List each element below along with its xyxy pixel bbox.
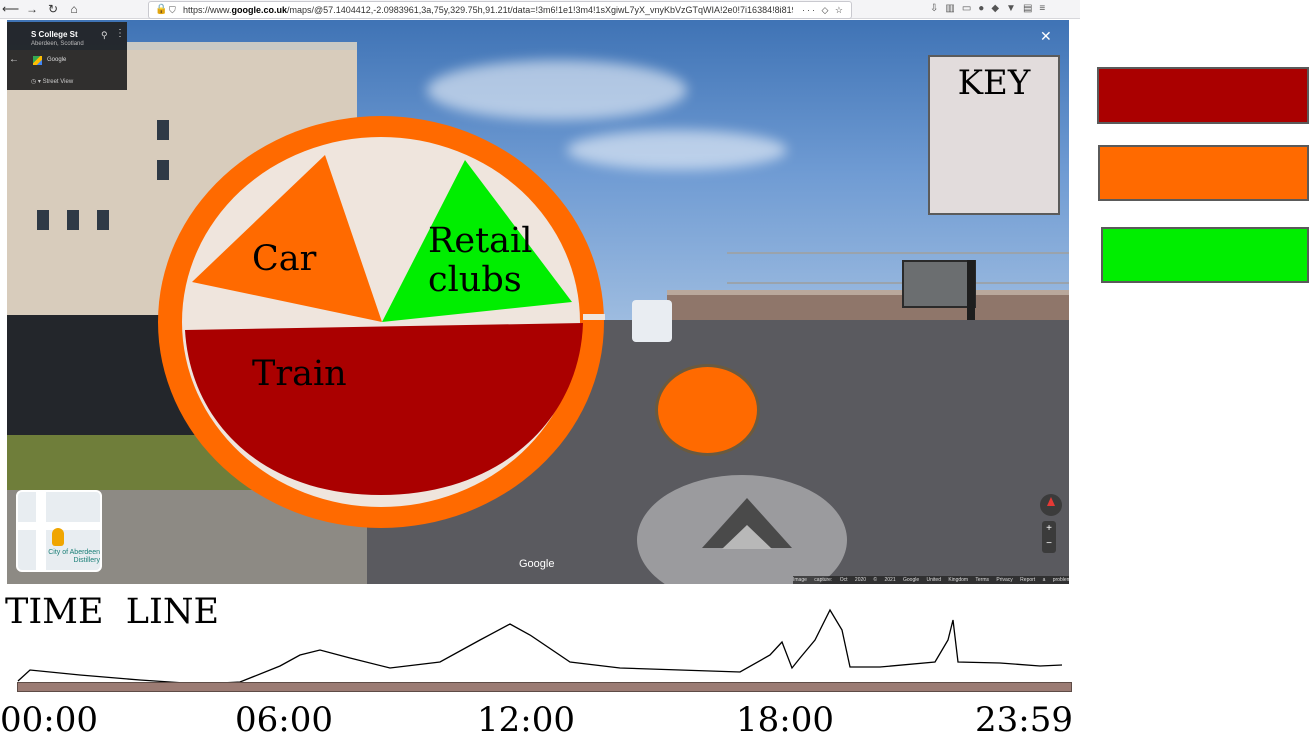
location-marker-circle [655,364,760,456]
key-box: KEY [928,55,1060,215]
timeline-tick: 12:00 [477,700,575,740]
timeline-bar[interactable] [17,682,1072,692]
key-swatch-red [1097,67,1309,124]
timeline-tick: 00:00 [0,700,98,740]
timeline-activity-line [17,608,1063,685]
timeline-tick: 18:00 [736,700,834,740]
pie-label-train: Train [252,354,347,394]
key-swatch-orange [1098,145,1309,201]
key-title: KEY [957,63,1031,103]
timeline-tick: 23:59 [975,700,1073,740]
pie-label-car: Car [252,239,317,279]
pie-label-retail: Retail clubs [428,221,533,300]
key-swatch-green [1101,227,1309,283]
timeline-curve-svg [17,608,1063,685]
timeline-tick: 06:00 [235,700,333,740]
